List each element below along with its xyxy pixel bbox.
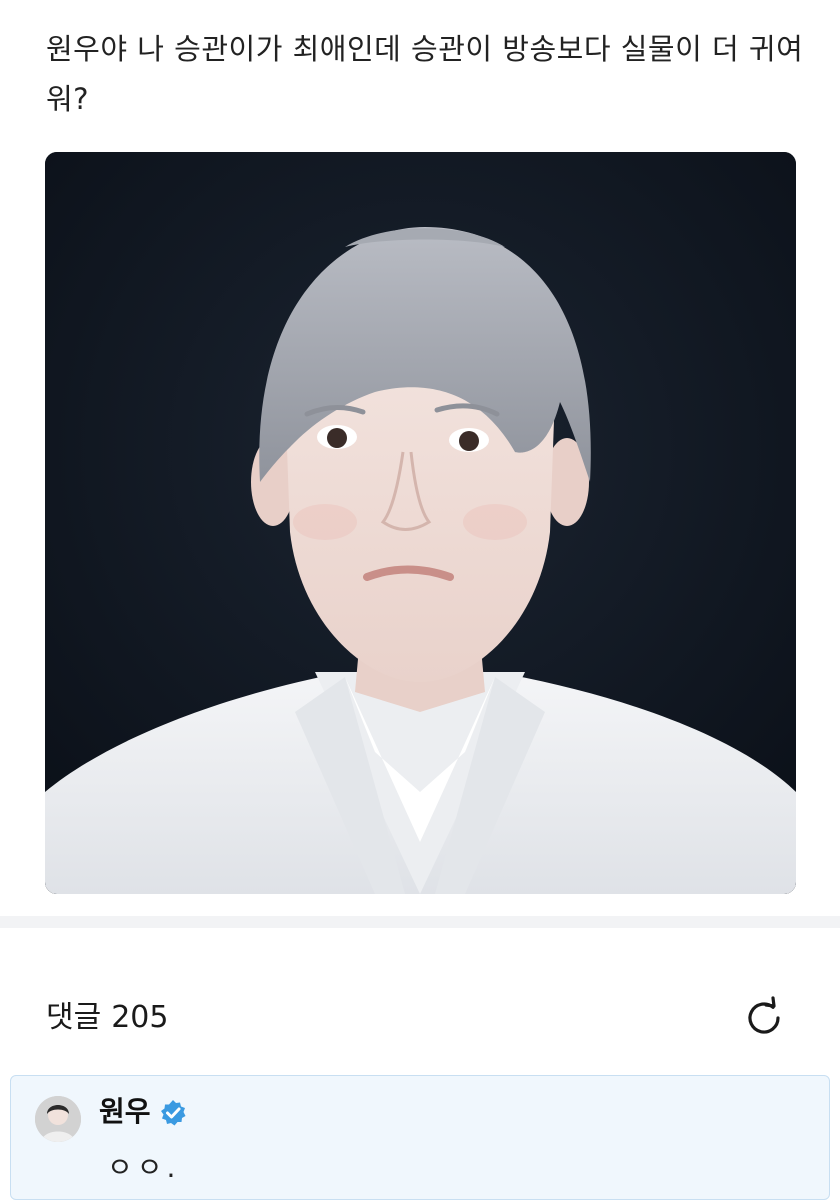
comments-header: 댓글 205 [46, 996, 178, 1040]
section-divider [0, 916, 840, 928]
comment-author[interactable]: 원우 [99, 1092, 151, 1132]
pinned-comment[interactable]: 원우 ㅇㅇ. [10, 1075, 830, 1200]
avatar[interactable] [35, 1096, 81, 1142]
refresh-button[interactable] [740, 994, 788, 1042]
refresh-icon [748, 996, 780, 1034]
post-text: 원우야 나 승관이가 최애인데 승관이 방송보다 실물이 더 귀여워? [46, 32, 804, 116]
comments-count: 205 [111, 1000, 169, 1035]
verified-badge-icon [161, 1100, 186, 1126]
comments-label: 댓글 [46, 1000, 102, 1035]
person-photo-illustration [45, 152, 796, 894]
comment-text: ㅇㅇ. [107, 1151, 180, 1184]
post-photo[interactable] [45, 152, 796, 894]
avatar-image [35, 1096, 81, 1142]
